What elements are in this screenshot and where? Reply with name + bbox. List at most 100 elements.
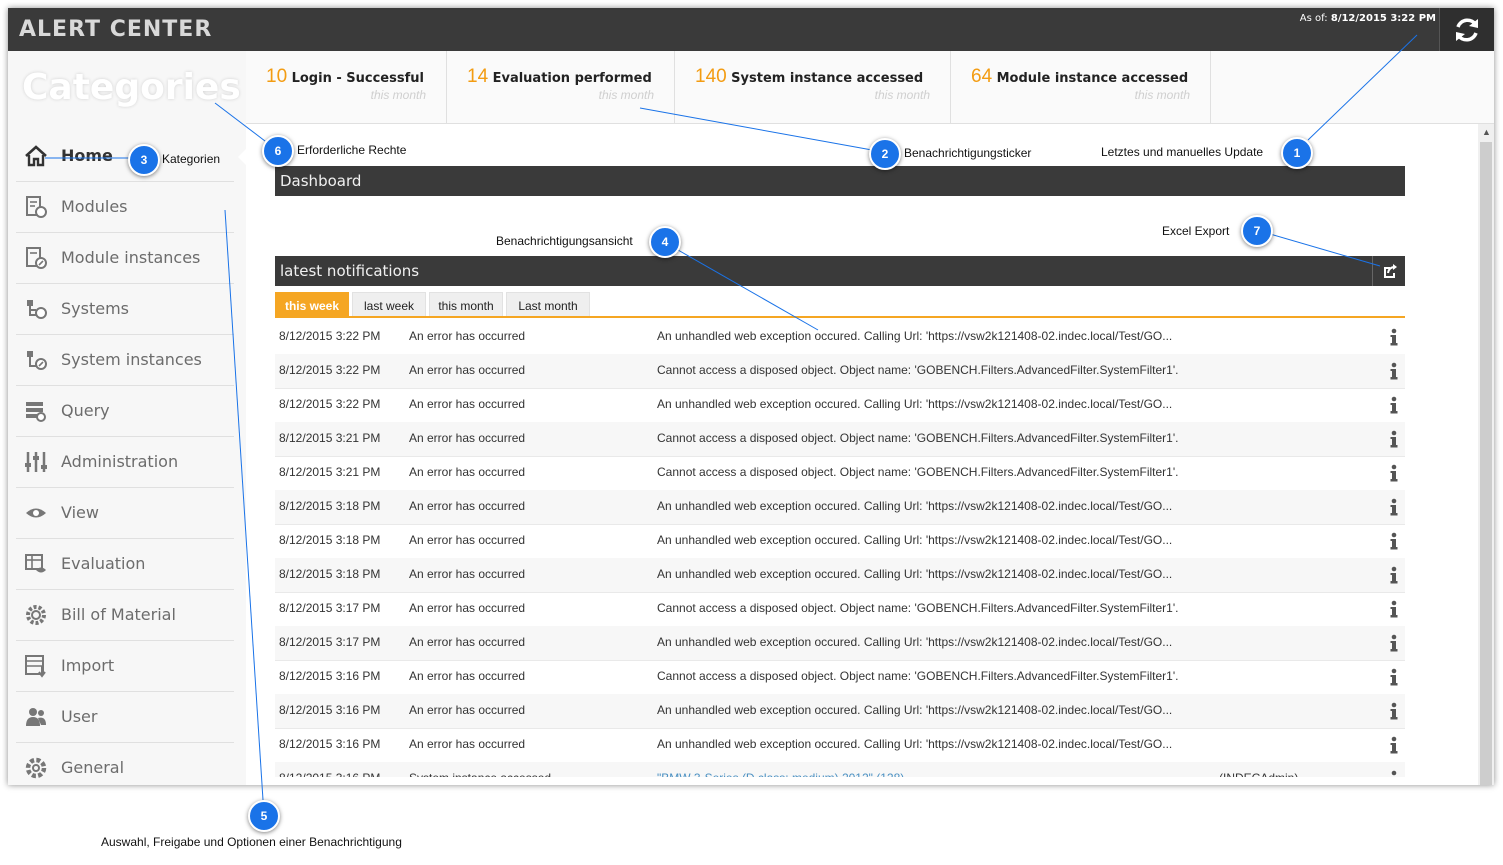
- table-row[interactable]: 8/12/2015 3:22 PM An error has occurred An…: [275, 388, 1405, 423]
- row-message: An unhandled web exception occured. Call…: [657, 533, 1173, 547]
- row-time: 8/12/2015 3:18 PM: [279, 533, 381, 547]
- sidebar-item-label: General: [61, 758, 125, 777]
- tab-this-month[interactable]: this month: [429, 292, 503, 316]
- annotation-badge-5: 5: [248, 800, 280, 832]
- evaluation-icon: [25, 554, 46, 573]
- table-row[interactable]: 8/12/2015 3:18 PM An error has occurred An…: [275, 558, 1405, 593]
- tab-last-month[interactable]: Last month: [506, 292, 590, 316]
- row-message: An unhandled web exception occured. Call…: [657, 567, 1173, 581]
- sidebar-item-label: Modules: [61, 197, 128, 216]
- info-icon[interactable]: [1389, 430, 1399, 448]
- ticker-title: Login - Successful: [291, 71, 424, 86]
- row-message: An unhandled web exception occured. Call…: [657, 329, 1173, 343]
- sidebar-item-label: Import: [61, 656, 115, 675]
- info-icon[interactable]: [1389, 566, 1399, 584]
- info-icon[interactable]: [1389, 328, 1399, 346]
- row-message: Cannot access a disposed object. Object …: [657, 363, 1179, 377]
- notifications-list: 8/12/2015 3:22 PM An error has occurred An…: [275, 320, 1405, 777]
- ticker-period: this month: [874, 88, 930, 102]
- row-message: Cannot access a disposed object. Object …: [657, 431, 1179, 445]
- info-icon[interactable]: [1389, 770, 1399, 777]
- ticker-period: this month: [370, 88, 426, 102]
- row-type: An error has occurred: [409, 465, 526, 479]
- sidebar-item-systems[interactable]: Systems: [16, 284, 234, 335]
- ticker-count: 64: [971, 66, 993, 87]
- as-of-label: As of:: [1299, 13, 1328, 24]
- table-row[interactable]: 8/12/2015 3:16 PM An error has occurred An…: [275, 728, 1405, 763]
- row-message[interactable]: "BMW 3-Series (D class: medium) 2012" (1…: [657, 771, 904, 777]
- ticker-title: Module instance accessed: [996, 71, 1189, 86]
- sidebar-item-label: System instances: [61, 350, 202, 369]
- info-icon[interactable]: [1389, 702, 1399, 720]
- main-scrollbar[interactable]: ▲: [1478, 124, 1494, 785]
- row-time: 8/12/2015 3:16 PM: [279, 771, 380, 777]
- annotation-badge-3: 3: [128, 144, 160, 176]
- sidebar-item-general[interactable]: General: [16, 743, 234, 785]
- row-message: Cannot access a disposed object. Object …: [657, 601, 1179, 615]
- info-icon[interactable]: [1389, 600, 1399, 618]
- export-icon: [1384, 264, 1397, 278]
- row-time: 8/12/2015 3:21 PM: [279, 465, 381, 479]
- info-icon[interactable]: [1389, 464, 1399, 482]
- refresh-icon: [1456, 18, 1478, 42]
- info-icon[interactable]: [1389, 498, 1399, 516]
- table-row[interactable]: 8/12/2015 3:16 PM An error has occurred An…: [275, 694, 1405, 729]
- info-icon[interactable]: [1389, 736, 1399, 754]
- dashboard-header: Dashboard: [275, 166, 1405, 196]
- ticker-system-instance-accessed[interactable]: 140 System instance accessed this month: [675, 51, 951, 123]
- as-of-value: 8/12/2015 3:22 PM: [1330, 13, 1436, 24]
- table-row[interactable]: 8/12/2015 3:18 PM An error has occurred An…: [275, 524, 1405, 559]
- annotation-text-5: Auswahl, Freigabe und Optionen einer Ben…: [101, 835, 402, 849]
- sidebar-item-user[interactable]: User: [16, 692, 234, 743]
- sidebar-item-label: User: [61, 707, 98, 726]
- sidebar-item-view[interactable]: View: [16, 488, 234, 539]
- eye-icon: [26, 508, 46, 518]
- scroll-up-icon[interactable]: ▲: [1482, 127, 1491, 137]
- row-message: Cannot access a disposed object. Object …: [657, 465, 1179, 479]
- table-row[interactable]: 8/12/2015 3:22 PM An error has occurred An…: [275, 320, 1405, 355]
- info-icon[interactable]: [1389, 634, 1399, 652]
- notification-ticker: 10 Login - Successful this month 14 Eval…: [246, 51, 1494, 124]
- table-row[interactable]: 8/12/2015 3:22 PM An error has occurred Ca…: [275, 354, 1405, 389]
- sidebar-item-modules[interactable]: Modules: [16, 182, 234, 233]
- row-user: (INDECAdmin): [1219, 771, 1298, 777]
- users-icon: [26, 708, 46, 726]
- info-icon[interactable]: [1389, 362, 1399, 380]
- import-icon: [25, 655, 46, 678]
- row-type: An error has occurred: [409, 329, 526, 343]
- home-icon: [25, 145, 47, 167]
- table-row[interactable]: 8/12/2015 3:16 PM System instance accesse…: [275, 762, 1405, 777]
- excel-export-button[interactable]: [1372, 256, 1405, 286]
- info-icon[interactable]: [1389, 396, 1399, 414]
- sidebar-item-evaluation[interactable]: Evaluation: [16, 539, 234, 590]
- table-row[interactable]: 8/12/2015 3:17 PM An error has occurred An…: [275, 626, 1405, 661]
- refresh-button[interactable]: [1439, 8, 1494, 51]
- info-icon[interactable]: [1389, 668, 1399, 686]
- info-icon[interactable]: [1389, 532, 1399, 550]
- ticker-login-successful[interactable]: 10 Login - Successful this month: [246, 51, 447, 123]
- annotation-text-6: Erforderliche Rechte: [297, 143, 407, 157]
- row-time: 8/12/2015 3:16 PM: [279, 703, 381, 717]
- sidebar-item-system-instances[interactable]: System instances: [16, 335, 234, 386]
- sidebar-item-import[interactable]: Import: [16, 641, 234, 692]
- table-row[interactable]: 8/12/2015 3:21 PM An error has occurred Ca…: [275, 456, 1405, 491]
- table-row[interactable]: 8/12/2015 3:18 PM An error has occurred An…: [275, 490, 1405, 525]
- ticker-module-instance-accessed[interactable]: 64 Module instance accessed this month: [951, 51, 1211, 123]
- table-row[interactable]: 8/12/2015 3:17 PM An error has occurred Ca…: [275, 592, 1405, 627]
- sidebar-item-administration[interactable]: Administration: [16, 437, 234, 488]
- annotation-text-1: Letztes und manuelles Update: [1101, 145, 1264, 159]
- sidebar-item-bill-of-material[interactable]: Bill of Material: [16, 590, 234, 641]
- row-type: An error has occurred: [409, 601, 526, 615]
- tab-this-week[interactable]: this week: [275, 292, 349, 316]
- ticker-evaluation-performed[interactable]: 14 Evaluation performed this month: [447, 51, 675, 123]
- scrollbar-thumb[interactable]: [1480, 142, 1492, 785]
- sidebar-item-label: Query: [61, 401, 110, 420]
- sidebar-item-label: Home: [61, 146, 113, 165]
- table-row[interactable]: 8/12/2015 3:16 PM An error has occurred Ca…: [275, 660, 1405, 695]
- row-message: Cannot access a disposed object. Object …: [657, 669, 1179, 683]
- notifications-title: latest notifications: [280, 262, 420, 280]
- table-row[interactable]: 8/12/2015 3:21 PM An error has occurred Ca…: [275, 422, 1405, 457]
- sidebar-item-module-instances[interactable]: Module instances: [16, 233, 234, 284]
- sidebar-item-query[interactable]: Query: [16, 386, 234, 437]
- tab-last-week[interactable]: last week: [352, 292, 426, 316]
